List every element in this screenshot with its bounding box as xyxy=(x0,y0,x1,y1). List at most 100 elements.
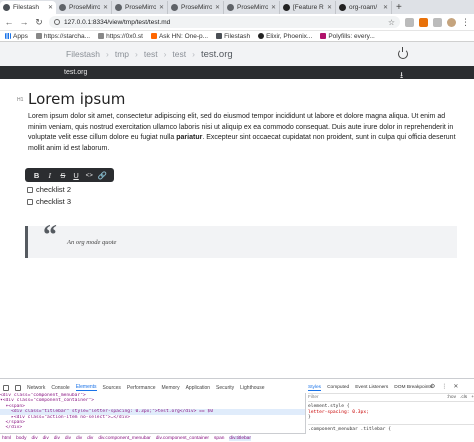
bookmark-item[interactable]: Filestash xyxy=(216,33,250,40)
strikethrough-button[interactable]: S xyxy=(58,171,68,180)
filestash-icon xyxy=(3,4,10,11)
bold-button[interactable]: B xyxy=(32,171,42,180)
profile-avatar[interactable] xyxy=(447,17,456,27)
styles-pane: Styles Computed Event Listeners DOM Breakpo… xyxy=(308,383,474,442)
tab-label: [Feature Re xyxy=(293,4,324,11)
italic-button[interactable]: I xyxy=(45,171,55,180)
styles-tab[interactable]: Event Listeners xyxy=(355,385,388,390)
dom-breadcrumb-item[interactable]: div xyxy=(31,436,37,441)
bookmark-item[interactable]: Polyfills: every... xyxy=(320,33,375,40)
browser-tab[interactable]: [Feature Re ✕ xyxy=(280,1,336,14)
bookmark-star-icon[interactable]: ☆ xyxy=(388,18,395,27)
checklist-item[interactable]: checklist 3 xyxy=(27,197,71,206)
page-icon xyxy=(98,33,105,39)
code-button[interactable]: <> xyxy=(84,172,94,179)
close-icon[interactable]: ✕ xyxy=(271,4,276,11)
extension-icon[interactable] xyxy=(419,17,428,27)
dom-breadcrumb-item[interactable]: body xyxy=(16,436,26,441)
close-icon[interactable]: ✕ xyxy=(48,4,53,11)
devtools-tab[interactable]: Memory xyxy=(162,385,180,391)
devtools-tab[interactable]: Sources xyxy=(103,385,121,391)
dom-breadcrumb-item[interactable]: html xyxy=(2,436,11,441)
address-bar[interactable]: 127.0.0.1:8334/view/tmp/test/test.md ☆ xyxy=(49,16,400,28)
devtools-tab[interactable]: Security xyxy=(216,385,234,391)
breadcrumb-current: test.org xyxy=(200,48,233,60)
extension-icon[interactable] xyxy=(405,17,414,27)
link-button[interactable]: 🔗 xyxy=(97,171,107,180)
browser-menu-icon[interactable]: ⋮ xyxy=(461,17,470,28)
filestash-icon xyxy=(216,33,223,39)
dom-breadcrumb-item[interactable]: span xyxy=(214,436,224,441)
devtools-tab[interactable]: Elements xyxy=(75,384,97,391)
filter-input[interactable]: Filter xyxy=(308,395,443,400)
extension-icon[interactable] xyxy=(433,17,442,27)
logout-power-icon[interactable] xyxy=(398,47,408,59)
bookmark-item[interactable]: Ask HN: One-p... xyxy=(150,33,208,40)
checklist-item[interactable]: checklist 2 xyxy=(27,185,71,194)
dom-breadcrumb-item[interactable]: div xyxy=(65,436,71,441)
back-icon[interactable]: ← xyxy=(4,17,14,27)
tab-label: ProseMirror xyxy=(125,4,156,11)
new-tab-icon[interactable]: + xyxy=(392,2,406,13)
checkbox[interactable] xyxy=(27,198,33,205)
dom-breadcrumb-item[interactable]: div xyxy=(43,436,49,441)
styles-tab[interactable]: Computed xyxy=(327,385,349,390)
dom-tree[interactable]: <div class="component_menubar"> ▾<div cla… xyxy=(0,393,306,433)
dom-breadcrumb-item[interactable]: div.titlebar xyxy=(229,435,251,441)
dom-breadcrumb: html body div div div div div div div.component_… xyxy=(0,433,306,442)
devtools-tab[interactable]: Lighthouse xyxy=(240,385,264,391)
devtools-tab[interactable]: Application xyxy=(186,385,210,391)
devtools-tab[interactable]: Console xyxy=(51,385,69,391)
browser-tab[interactable]: ProseMirror ✕ xyxy=(56,1,112,14)
breadcrumb-item[interactable]: test xyxy=(144,49,158,59)
browser-tab[interactable]: ProseMirror ✕ xyxy=(112,1,168,14)
devtools-tab[interactable]: Performance xyxy=(127,385,156,391)
close-icon[interactable]: ✕ xyxy=(215,4,220,11)
style-rules[interactable]: element.style { letter-spacing: 0.3px; }… xyxy=(308,402,474,432)
close-icon[interactable]: ✕ xyxy=(327,4,332,11)
class-toggle-button[interactable]: .cls xyxy=(460,395,467,400)
device-toggle-icon[interactable] xyxy=(15,384,21,391)
close-icon[interactable]: ✕ xyxy=(383,4,388,11)
styles-tab[interactable]: DOM Breakpoints xyxy=(394,385,432,390)
github-icon xyxy=(339,4,346,11)
reload-icon[interactable]: ↻ xyxy=(34,17,44,28)
document-paragraph[interactable]: Lorem ipsum dolor sit amet, consectetur … xyxy=(28,112,460,154)
dom-breadcrumb-item[interactable]: div xyxy=(87,436,93,441)
prosemirror-icon xyxy=(59,4,66,11)
devtools-tab[interactable]: Network xyxy=(27,385,45,391)
document-area[interactable]: H1 Lorem ipsum Lorem ipsum dolor sit ame… xyxy=(0,79,474,378)
dom-breadcrumb-item[interactable]: div xyxy=(76,436,82,441)
checkbox[interactable] xyxy=(27,186,33,193)
close-icon[interactable]: ✕ xyxy=(103,4,108,11)
document-heading[interactable]: Lorem ipsum xyxy=(28,90,125,108)
editor-filename: test.org xyxy=(64,69,88,76)
browser-tab[interactable]: ProseMirror ✕ xyxy=(224,1,280,14)
bookmark-item[interactable]: https://0x0.st xyxy=(98,33,143,40)
dom-node-line[interactable]: </div> xyxy=(0,425,305,430)
polyfill-icon xyxy=(320,33,327,39)
breadcrumb-item[interactable]: test xyxy=(172,49,186,59)
underline-button[interactable]: U xyxy=(71,171,81,180)
dom-breadcrumb-item[interactable]: div.component_container xyxy=(156,436,209,441)
editor-titlebar: test.org ⭳ xyxy=(0,66,474,80)
dom-breadcrumb-item[interactable]: div xyxy=(54,436,60,441)
inspect-icon[interactable] xyxy=(3,384,9,391)
site-info-icon[interactable] xyxy=(54,19,60,25)
close-icon[interactable]: ✕ xyxy=(159,4,164,11)
blockquote[interactable]: “ An org mode quote xyxy=(25,220,457,258)
bookmark-item[interactable]: Elixir, Phoenix... xyxy=(258,33,312,40)
browser-tab[interactable]: ProseMirror ✕ xyxy=(168,1,224,14)
bookmark-item[interactable]: https://starcha... xyxy=(35,33,90,40)
styles-filter[interactable]: Filter :hov .cls + xyxy=(308,393,474,402)
hover-state-button[interactable]: :hov xyxy=(447,395,456,400)
breadcrumb-item[interactable]: Filestash xyxy=(66,49,100,59)
bookmark-item[interactable]: Apps xyxy=(5,33,28,40)
browser-tab[interactable]: org-roam/ ✕ xyxy=(336,1,392,14)
browser-tab[interactable]: Filestash ✕ xyxy=(0,1,56,14)
dom-breadcrumb-item[interactable]: div.component_menubar xyxy=(98,436,150,441)
tab-label: Filestash xyxy=(13,4,40,11)
forward-icon[interactable]: → xyxy=(19,17,29,27)
breadcrumb-item[interactable]: tmp xyxy=(115,49,129,59)
styles-tab[interactable]: Styles xyxy=(308,385,322,391)
